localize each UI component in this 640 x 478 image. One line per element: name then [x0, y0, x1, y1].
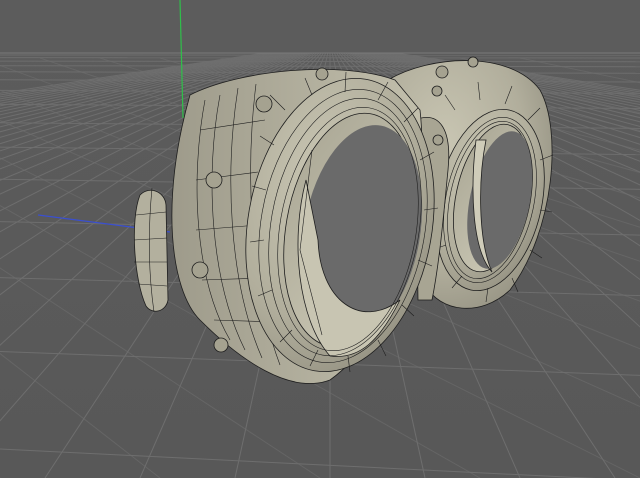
viewport-canvas[interactable]	[0, 0, 640, 478]
rivet[interactable]	[435, 65, 449, 79]
rivet[interactable]	[191, 261, 209, 279]
rivet[interactable]	[431, 85, 443, 97]
rivet[interactable]	[255, 95, 273, 113]
3d-viewport[interactable]	[0, 0, 640, 478]
rivet[interactable]	[315, 67, 329, 81]
rivet[interactable]	[467, 56, 479, 68]
grid-line-width	[0, 60, 640, 63]
rivet[interactable]	[213, 337, 229, 353]
rivet[interactable]	[205, 171, 223, 189]
rivet[interactable]	[432, 134, 444, 146]
